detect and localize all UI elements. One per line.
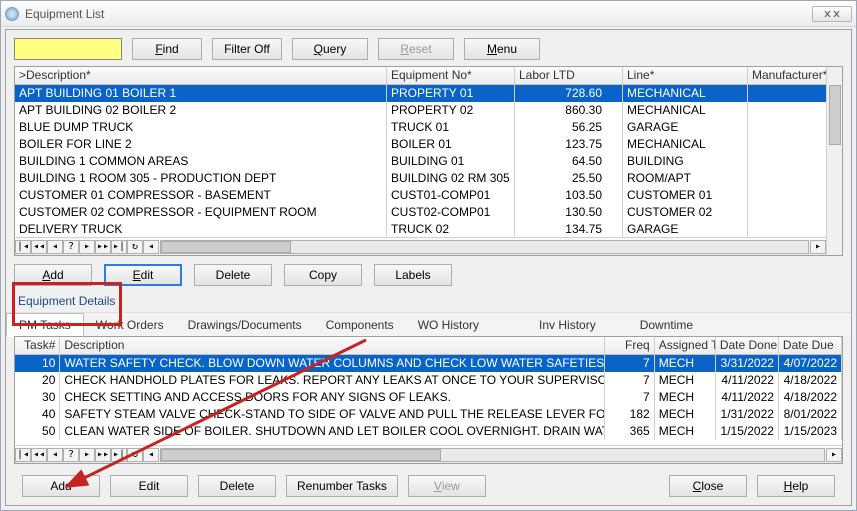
nav2-prev-icon[interactable]: ◂: [47, 448, 63, 462]
delete-task-button[interactable]: Delete: [198, 475, 276, 497]
nav2-help-icon[interactable]: ?: [63, 448, 79, 462]
reset-button[interactable]: Reset: [378, 38, 454, 60]
vscrollbar[interactable]: [826, 67, 842, 255]
gear-icon: [5, 7, 19, 21]
titlebar: Equipment List: [1, 1, 856, 27]
edit-button[interactable]: Edit: [104, 264, 182, 286]
table-row[interactable]: CUSTOMER 01 COMPRESSOR - BASEMENTCUST01-…: [15, 187, 842, 204]
copy-button[interactable]: Copy: [284, 264, 362, 286]
nav2-pgup-icon[interactable]: ◂◂: [31, 448, 47, 462]
tab-downtime[interactable]: Downtime: [628, 314, 705, 336]
table-row[interactable]: 40SAFETY STEAM VALVE CHECK-STAND TO SIDE…: [15, 406, 842, 423]
table-row[interactable]: BUILDING 1 ROOM 305 - PRODUCTION DEPTBUI…: [15, 170, 842, 187]
labels-button[interactable]: Labels: [374, 264, 452, 286]
nav-pgup-icon[interactable]: ◂◂: [31, 240, 47, 254]
close-button[interactable]: Close: [669, 475, 747, 497]
hscrollbar[interactable]: [160, 240, 809, 254]
equipment-details-header: Equipment Details: [14, 294, 119, 310]
table-row[interactable]: 50CLEAN WATER SIDE OF BOILER. SHUTDOWN A…: [15, 423, 842, 440]
col-task-desc[interactable]: Description: [60, 337, 605, 354]
table-row[interactable]: DELIVERY TRUCKTRUCK 02134.75GARAGE: [15, 221, 842, 238]
nav-help-icon[interactable]: ?: [63, 240, 79, 254]
hscroll2-right-icon[interactable]: ▸: [826, 448, 842, 462]
nav-last-icon[interactable]: ▸|: [111, 240, 127, 254]
nav2-first-icon[interactable]: |◂: [15, 448, 31, 462]
search-input[interactable]: [14, 38, 122, 60]
details-tabs: PM Tasks Work Orders Drawings/Documents …: [6, 312, 851, 336]
table-row[interactable]: BOILER FOR LINE 2BOILER 01123.75MECHANIC…: [15, 136, 842, 153]
col-description[interactable]: >Description*: [15, 67, 387, 84]
nav2-refresh-icon[interactable]: ↻: [127, 448, 143, 462]
col-line[interactable]: Line*: [623, 67, 748, 84]
hscroll2-left-icon[interactable]: ◂: [143, 448, 159, 462]
tab-wo-history[interactable]: WO History: [406, 314, 491, 336]
table-row[interactable]: BLUE DUMP TRUCKTRUCK 0156.25GARAGE: [15, 119, 842, 136]
filter-off-button[interactable]: Filter Off: [212, 38, 282, 60]
col-assigned[interactable]: Assigned T: [655, 337, 716, 354]
add-task-button[interactable]: Add: [22, 475, 100, 497]
table-row[interactable]: 30CHECK SETTING AND ACCESS DOORS FOR ANY…: [15, 389, 842, 406]
window-title: Equipment List: [25, 7, 812, 21]
nav-next-icon[interactable]: ▸: [79, 240, 95, 254]
help-button[interactable]: Help: [757, 475, 835, 497]
nav-first-icon[interactable]: |◂: [15, 240, 31, 254]
nav-pgdn-icon[interactable]: ▸▸: [95, 240, 111, 254]
col-labor-ltd[interactable]: Labor LTD: [515, 67, 623, 84]
add-button[interactable]: Add: [14, 264, 92, 286]
table-row[interactable]: APT BUILDING 02 BOILER 2PROPERTY 02860.3…: [15, 102, 842, 119]
nav2-last-icon[interactable]: ▸|: [111, 448, 127, 462]
col-manufacturer[interactable]: Manufacturer*: [748, 67, 838, 84]
hscrollbar2[interactable]: [160, 448, 825, 462]
menu-button[interactable]: Menu: [464, 38, 540, 60]
nav-prev-icon[interactable]: ◂: [47, 240, 63, 254]
nav-refresh-icon[interactable]: ↻: [127, 240, 143, 254]
table-row[interactable]: APT BUILDING 01 BOILER 1PROPERTY 01728.6…: [15, 85, 842, 102]
find-button[interactable]: Find: [132, 38, 202, 60]
table-row[interactable]: 20CHECK HANDHOLD PLATES FOR LEAKS. REPOR…: [15, 372, 842, 389]
table-row[interactable]: BUILDING 1 COMMON AREASBUILDING 0164.50B…: [15, 153, 842, 170]
delete-button[interactable]: Delete: [194, 264, 272, 286]
edit-task-button[interactable]: Edit: [110, 475, 188, 497]
tab-inv-history[interactable]: Inv History: [527, 314, 608, 336]
tab-components[interactable]: Components: [314, 314, 406, 336]
grid-nav[interactable]: |◂ ◂◂ ◂ ? ▸ ▸▸ ▸| ↻ ◂ ▸: [15, 237, 826, 255]
hscroll-left-icon[interactable]: ◂: [143, 240, 159, 254]
equipment-grid[interactable]: >Description* Equipment No* Labor LTD Li…: [14, 66, 843, 256]
table-row[interactable]: 10WATER SAFETY CHECK. BLOW DOWN WATER CO…: [15, 355, 842, 372]
col-equipment-no[interactable]: Equipment No*: [387, 67, 515, 84]
view-task-button[interactable]: View: [408, 475, 486, 497]
renumber-tasks-button[interactable]: Renumber Tasks: [286, 475, 398, 497]
tab-drawings[interactable]: Drawings/Documents: [176, 314, 314, 336]
query-button[interactable]: Query: [292, 38, 368, 60]
pm-tasks-grid[interactable]: Task# Description Freq Assigned T Date D…: [14, 336, 843, 464]
nav2-pgdn-icon[interactable]: ▸▸: [95, 448, 111, 462]
grid-header[interactable]: >Description* Equipment No* Labor LTD Li…: [15, 67, 842, 85]
close-icon[interactable]: [812, 6, 852, 22]
table-row[interactable]: CUSTOMER 02 COMPRESSOR - EQUIPMENT ROOMC…: [15, 204, 842, 221]
col-task-no[interactable]: Task#: [15, 337, 60, 354]
nav2-next-icon[interactable]: ▸: [79, 448, 95, 462]
col-freq[interactable]: Freq: [605, 337, 654, 354]
col-date-due[interactable]: Date Due: [779, 337, 842, 354]
grid2-nav[interactable]: |◂ ◂◂ ◂ ? ▸ ▸▸ ▸| ↻ ◂ ▸: [15, 445, 842, 463]
tab-work-orders[interactable]: Work Orders: [84, 314, 176, 336]
col-date-done[interactable]: Date Done: [716, 337, 779, 354]
tab-pm-tasks[interactable]: PM Tasks: [6, 313, 84, 337]
search-toolbar: Find Filter Off Query Reset Menu: [6, 30, 851, 66]
hscroll-right-icon[interactable]: ▸: [810, 240, 826, 254]
